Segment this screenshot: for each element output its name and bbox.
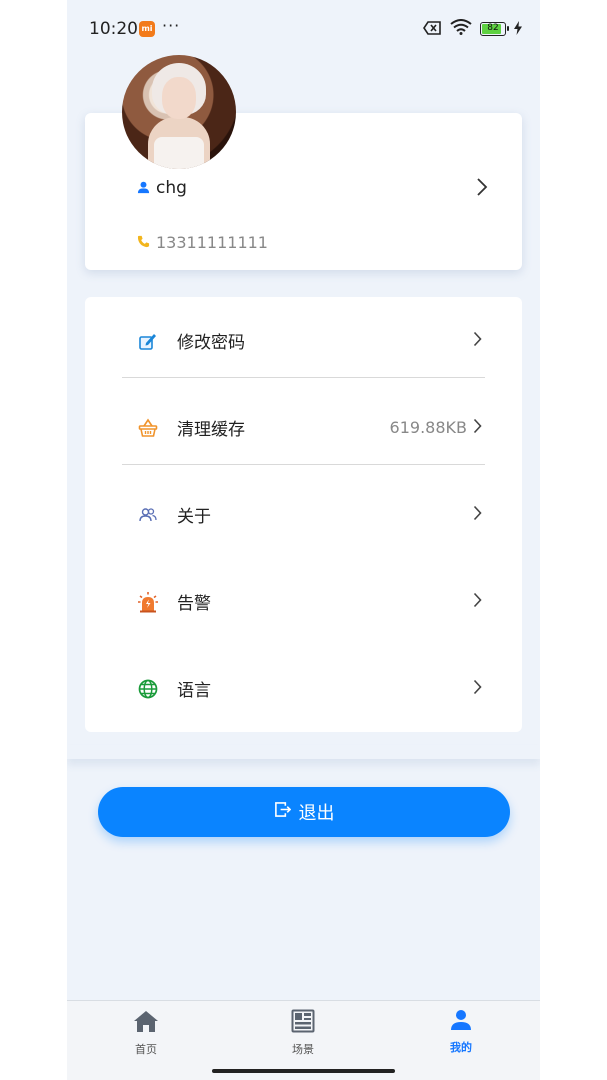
divider <box>122 377 485 378</box>
settings-menu: 修改密码 清理缓存 619.88KB 关于 告警 语言 <box>85 297 522 732</box>
menu-label: 修改密码 <box>177 333 245 353</box>
cache-size: 619.88KB <box>389 418 467 437</box>
tab-home[interactable]: 首页 <box>106 1009 186 1059</box>
chevron-right-icon <box>473 418 482 438</box>
menu-item-change-password[interactable]: 修改密码 <box>85 297 522 384</box>
chevron-right-icon[interactable] <box>476 177 488 201</box>
user-icon <box>137 179 150 198</box>
user-profile-icon <box>450 1009 472 1035</box>
battery-icon: 82 <box>480 22 509 36</box>
home-icon <box>133 1009 159 1037</box>
phone-icon <box>137 233 150 252</box>
phone-number: 13311111111 <box>156 233 268 252</box>
menu-item-about[interactable]: 关于 <box>85 471 522 558</box>
avatar[interactable] <box>122 55 236 169</box>
basket-cache-icon <box>137 417 159 439</box>
battery-level: 82 <box>487 23 499 33</box>
charging-bolt-icon <box>514 20 522 39</box>
globe-icon <box>137 678 159 700</box>
app-screen: 10:20 mi ··· 82 chg 13311111111 修改密码 清理缓… <box>67 0 540 1080</box>
menu-label: 关于 <box>177 507 211 527</box>
scene-grid-icon <box>291 1009 315 1037</box>
panel-edge <box>67 745 540 759</box>
phone-row: 13311111111 <box>137 233 268 252</box>
edit-password-icon <box>137 330 159 352</box>
logout-icon <box>274 801 291 823</box>
menu-label: 清理缓存 <box>177 420 245 440</box>
username: chg <box>156 178 187 198</box>
chevron-right-icon <box>473 505 482 525</box>
chevron-right-icon <box>473 679 482 699</box>
mi-app-icon: mi <box>139 21 155 37</box>
menu-item-language[interactable]: 语言 <box>85 645 522 732</box>
status-icons: 82 <box>423 19 522 39</box>
logout-label: 退出 <box>298 803 335 824</box>
alarm-icon <box>137 591 159 613</box>
divider <box>122 464 485 465</box>
status-time: 10:20 <box>89 19 138 39</box>
chevron-right-icon <box>473 331 482 351</box>
username-row: chg <box>137 178 187 198</box>
home-indicator <box>212 1069 395 1073</box>
users-about-icon <box>137 504 159 526</box>
bottom-nav: 首页 场景 我的 <box>67 1000 540 1080</box>
menu-item-alarm[interactable]: 告警 <box>85 558 522 645</box>
logout-button[interactable]: 退出 <box>98 787 510 837</box>
tab-label: 场景 <box>292 1043 314 1056</box>
menu-label: 语言 <box>177 681 211 701</box>
tab-scene[interactable]: 场景 <box>263 1009 343 1059</box>
tab-label: 我的 <box>450 1041 472 1054</box>
tab-label: 首页 <box>135 1043 157 1056</box>
menu-item-clear-cache[interactable]: 清理缓存 619.88KB <box>85 384 522 471</box>
tab-mine[interactable]: 我的 <box>421 1009 501 1059</box>
menu-label: 告警 <box>177 594 211 614</box>
wifi-icon <box>450 19 472 39</box>
chevron-right-icon <box>473 592 482 612</box>
status-dots: ··· <box>162 16 181 35</box>
status-bar: 10:20 mi ··· 82 <box>67 0 540 58</box>
sim-x-icon <box>423 20 442 39</box>
